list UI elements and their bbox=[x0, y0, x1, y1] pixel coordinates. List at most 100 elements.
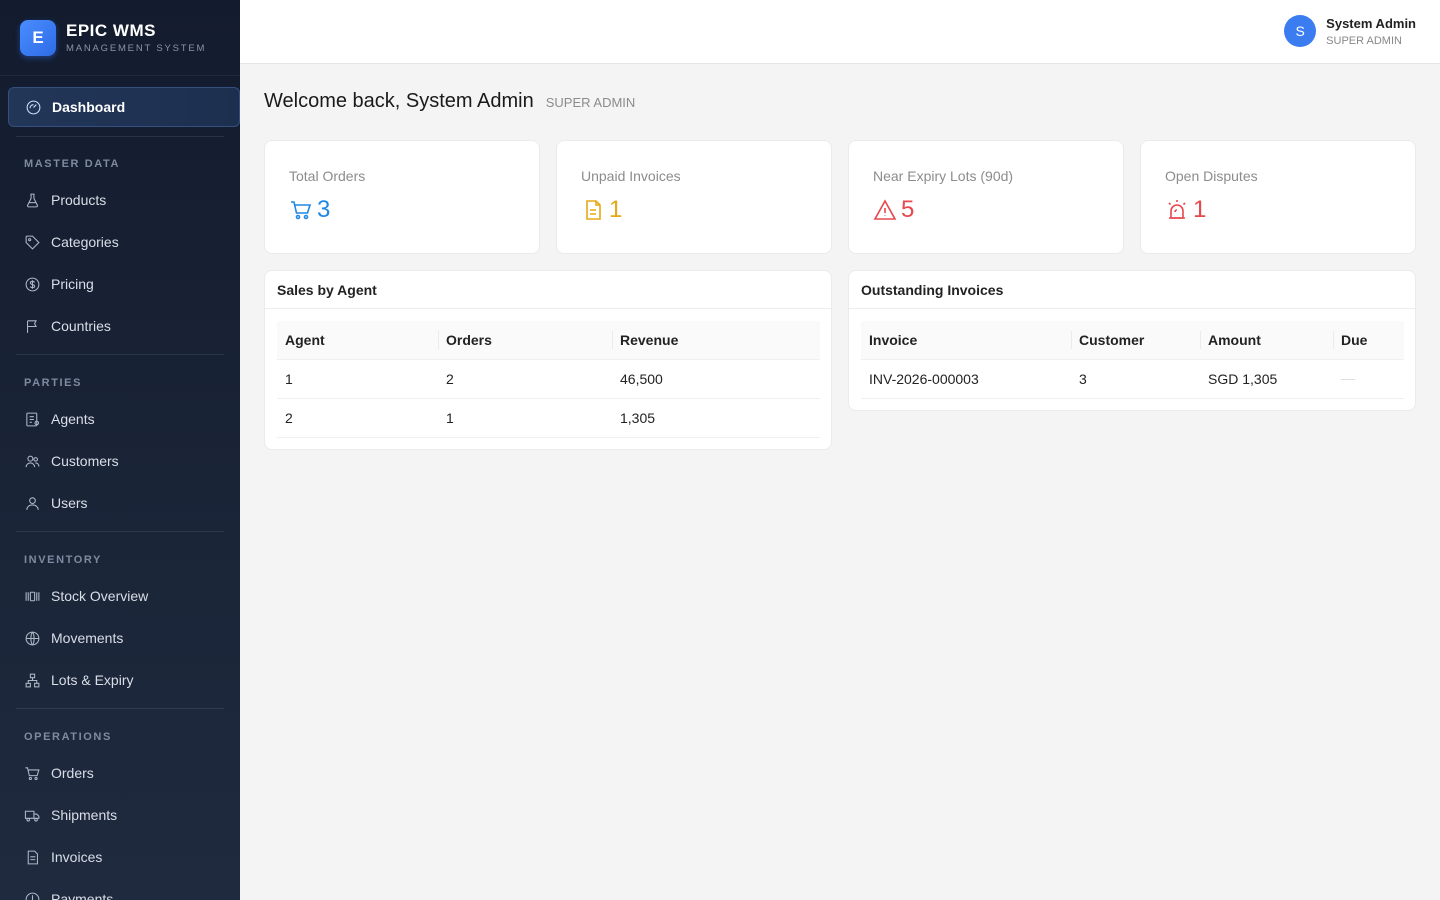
sidebar-item-label: Agents bbox=[51, 411, 95, 427]
id-card-icon bbox=[26, 412, 40, 426]
sidebar-item-label: Products bbox=[51, 192, 107, 208]
flask-icon bbox=[26, 193, 39, 207]
outstanding-invoices-table: Invoice Customer Amount Due INV-2026-000… bbox=[861, 321, 1404, 399]
role-badge: SUPER ADMIN bbox=[545, 95, 636, 110]
sidebar-item-payments[interactable]: Payments bbox=[8, 879, 240, 900]
avatar[interactable]: S bbox=[1284, 15, 1317, 47]
dollar-circle-icon bbox=[25, 277, 40, 291]
sidebar-item-label: Lots & Expiry bbox=[51, 672, 134, 688]
warning-icon bbox=[873, 199, 897, 220]
stat-value: 5 bbox=[901, 196, 915, 223]
sidebar-item-label: Users bbox=[51, 495, 88, 511]
barcode-icon bbox=[25, 591, 40, 601]
column-header-customer[interactable]: Customer bbox=[1071, 321, 1200, 360]
user-menu[interactable]: S System Admin SUPER ADMIN bbox=[1284, 15, 1416, 47]
stat-value: 1 bbox=[609, 196, 623, 223]
sidebar-item-label: Payments bbox=[51, 891, 114, 900]
file-text-icon bbox=[27, 850, 38, 864]
cell-revenue: 46,500 bbox=[612, 359, 820, 399]
document-icon bbox=[586, 200, 601, 220]
dollar-circle-icon bbox=[25, 892, 40, 900]
section-label-master-data: MASTER DATA bbox=[24, 158, 121, 170]
section-label-parties: PARTIES bbox=[24, 377, 83, 389]
divider bbox=[16, 531, 224, 532]
sidebar-item-label: Categories bbox=[51, 234, 119, 250]
sidebar-item-countries[interactable]: Countries bbox=[8, 306, 240, 346]
sidebar-item-label: Invoices bbox=[51, 849, 103, 865]
sidebar-item-label: Stock Overview bbox=[51, 588, 149, 604]
sidebar-item-lots-expiry[interactable]: Lots & Expiry bbox=[8, 660, 240, 700]
cell-orders: 1 bbox=[438, 398, 612, 438]
column-header-amount[interactable]: Amount bbox=[1200, 321, 1333, 360]
column-header-agent[interactable]: Agent bbox=[277, 321, 438, 360]
table-row[interactable]: 2 1 1,305 bbox=[277, 398, 820, 438]
user-icon bbox=[26, 496, 39, 510]
sidebar-item-customers[interactable]: Customers bbox=[8, 441, 240, 481]
column-header-due[interactable]: Due bbox=[1333, 321, 1404, 360]
sidebar-item-label: Customers bbox=[51, 453, 119, 469]
stat-value: 3 bbox=[317, 196, 331, 223]
alarm-icon bbox=[1168, 200, 1186, 219]
stat-label: Unpaid Invoices bbox=[581, 168, 681, 184]
sidebar-item-movements[interactable]: Movements bbox=[8, 618, 240, 658]
sidebar-item-categories[interactable]: Categories bbox=[8, 222, 240, 262]
sidebar-item-shipments[interactable]: Shipments bbox=[8, 795, 240, 835]
cell-agent: 1 bbox=[277, 359, 438, 399]
table-row[interactable]: 1 2 46,500 bbox=[277, 359, 820, 399]
sidebar-item-orders[interactable]: Orders bbox=[8, 753, 240, 793]
divider bbox=[16, 708, 224, 709]
user-name: System Admin bbox=[1326, 15, 1416, 31]
stat-card-total-orders[interactable]: Total Orders 3 bbox=[264, 140, 540, 254]
sidebar-item-label: Pricing bbox=[51, 276, 94, 292]
cell-due bbox=[1333, 359, 1404, 399]
sidebar-item-label: Countries bbox=[51, 318, 111, 334]
truck-icon bbox=[24, 810, 40, 822]
sidebar-item-agents[interactable]: Agents bbox=[8, 399, 240, 439]
cart-icon bbox=[25, 766, 40, 780]
sidebar-item-stock-overview[interactable]: Stock Overview bbox=[8, 576, 240, 616]
column-header-orders[interactable]: Orders bbox=[438, 321, 612, 360]
sidebar-item-label: Dashboard bbox=[52, 99, 126, 115]
cell-agent: 2 bbox=[277, 398, 438, 438]
section-label-operations: OPERATIONS bbox=[24, 731, 112, 743]
table-row[interactable]: INV-2026-000003 3 SGD 1,305 bbox=[861, 359, 1404, 399]
welcome-header: Welcome back, System Admin SUPER ADMIN bbox=[264, 90, 635, 113]
section-label-inventory: INVENTORY bbox=[24, 554, 102, 566]
brand-title: EPIC WMS bbox=[66, 21, 156, 40]
panel-title: Outstanding Invoices bbox=[849, 271, 1415, 309]
globe-icon bbox=[25, 631, 40, 645]
cell-amount: SGD 1,305 bbox=[1200, 359, 1333, 399]
brand-subtitle: MANAGEMENT SYSTEM bbox=[66, 43, 207, 54]
column-header-revenue[interactable]: Revenue bbox=[612, 321, 820, 360]
stat-label: Total Orders bbox=[289, 168, 366, 184]
stat-card-near-expiry-lots[interactable]: Near Expiry Lots (90d) 5 bbox=[848, 140, 1124, 254]
column-header-invoice[interactable]: Invoice bbox=[861, 321, 1071, 360]
top-bar: S System Admin SUPER ADMIN bbox=[240, 0, 1440, 64]
stat-card-open-disputes[interactable]: Open Disputes 1 bbox=[1140, 140, 1416, 254]
sales-by-agent-table: Agent Orders Revenue 1 2 46,500 2 1 1,30… bbox=[277, 321, 820, 438]
cell-revenue: 1,305 bbox=[612, 398, 820, 438]
sales-by-agent-panel: Sales by Agent Agent Orders Revenue 1 2 … bbox=[264, 270, 832, 450]
sidebar: E EPIC WMS MANAGEMENT SYSTEM Dashboard M… bbox=[0, 0, 240, 900]
stat-label: Near Expiry Lots (90d) bbox=[873, 168, 1014, 184]
sidebar-item-label: Shipments bbox=[51, 807, 118, 823]
stat-label: Open Disputes bbox=[1165, 168, 1258, 184]
flag-icon bbox=[27, 319, 37, 333]
dashboard-gauge-icon bbox=[26, 100, 41, 114]
sidebar-item-dashboard[interactable]: Dashboard bbox=[8, 87, 240, 127]
sidebar-item-pricing[interactable]: Pricing bbox=[8, 264, 240, 304]
sidebar-item-products[interactable]: Products bbox=[8, 180, 240, 220]
brand[interactable]: E EPIC WMS MANAGEMENT SYSTEM bbox=[0, 0, 240, 76]
divider bbox=[16, 136, 224, 137]
stat-card-unpaid-invoices[interactable]: Unpaid Invoices 1 bbox=[556, 140, 832, 254]
team-icon bbox=[25, 455, 40, 467]
sidebar-item-users[interactable]: Users bbox=[8, 483, 240, 523]
cluster-icon bbox=[25, 673, 40, 687]
sidebar-item-label: Orders bbox=[51, 765, 94, 781]
sidebar-item-invoices[interactable]: Invoices bbox=[8, 837, 240, 877]
empty-dash bbox=[1341, 379, 1355, 381]
tag-icon bbox=[25, 235, 40, 250]
page-title: Welcome back, System Admin bbox=[264, 90, 534, 112]
cell-orders: 2 bbox=[438, 359, 612, 399]
cell-invoice: INV-2026-000003 bbox=[861, 359, 1071, 399]
